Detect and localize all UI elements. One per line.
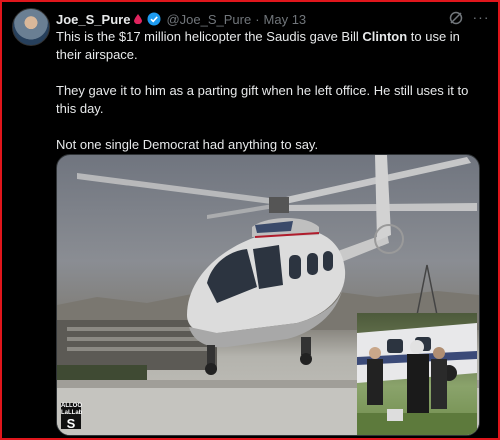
avatar[interactable] <box>12 8 50 46</box>
drop-icon <box>134 14 143 24</box>
post-paragraph-3: Not one single Democrat had anything to … <box>56 137 319 152</box>
post-text: This is the $17 million helicopter the S… <box>56 28 486 154</box>
post-media-image[interactable]: ALLOO LaLLab S <box>56 154 480 436</box>
inset-photo <box>357 313 477 435</box>
people-photo <box>357 323 477 435</box>
post-header: Joe_S_Pure @Joe_S_Pure · May 13 <box>56 9 488 29</box>
post-date[interactable]: May 13 <box>264 12 307 27</box>
watermark-logo: ALLOO LaLLab S <box>61 403 83 431</box>
display-name[interactable]: Joe_S_Pure <box>56 12 130 27</box>
post-paragraph-2: They gave it to him as a parting gift wh… <box>56 83 469 116</box>
post-paragraph-1: This is the $17 million helicopter the S… <box>56 29 460 62</box>
handle[interactable]: @Joe_S_Pure <box>166 12 251 27</box>
verified-badge-icon <box>147 12 161 26</box>
separator-dot: · <box>255 11 260 27</box>
more-icon[interactable]: ··· <box>472 8 490 26</box>
grok-icon[interactable] <box>448 10 464 26</box>
bold-word: Clinton <box>362 29 408 44</box>
